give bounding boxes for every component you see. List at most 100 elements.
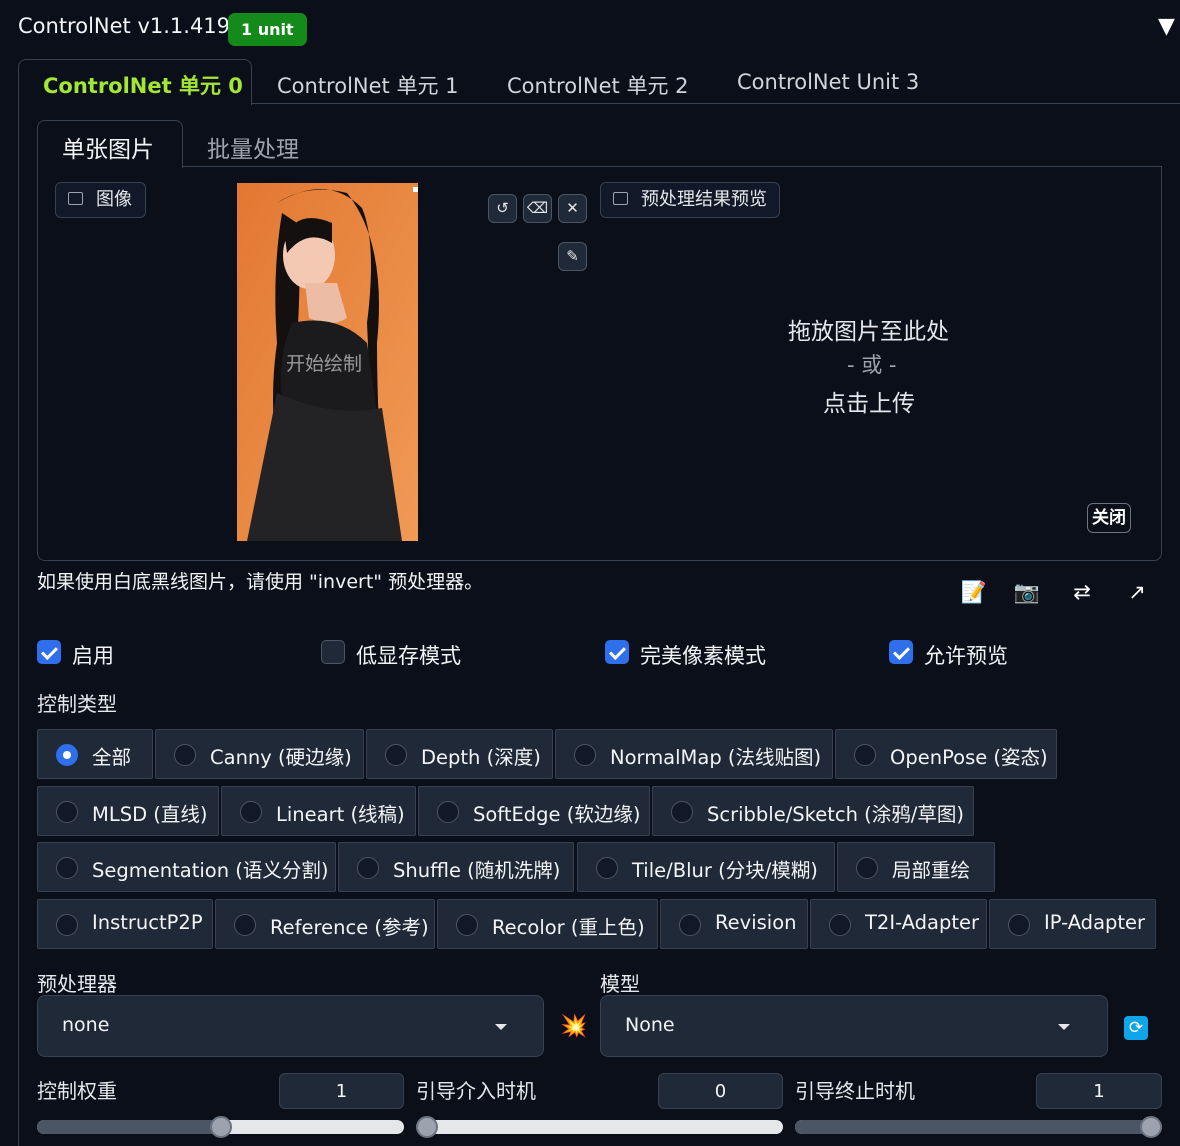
control-type-option[interactable]: 全部 [37, 729, 153, 779]
swap-dimensions-icon[interactable]: ⇄ [1068, 578, 1096, 606]
page-title: ControlNet v1.1.419 [18, 14, 231, 38]
control-weight-input[interactable]: 1 [279, 1073, 404, 1109]
tab-unit-1[interactable]: ControlNet 单元 1 [277, 70, 458, 100]
refresh-models-icon[interactable]: ⟳ [1124, 1016, 1148, 1040]
option-label: 全部 [92, 746, 132, 769]
control-type-option[interactable]: Scribble/Sketch (涂鸦/草图) [652, 786, 974, 836]
control-type-option[interactable]: 局部重绘 [837, 842, 995, 892]
undo-button[interactable]: ↺ [488, 194, 517, 223]
chevron-down-icon [1058, 1024, 1070, 1030]
drop-zone-title[interactable]: 拖放图片至此处 [788, 312, 949, 346]
image-icon [68, 192, 83, 205]
option-label: Reference (参考) [270, 916, 429, 939]
guidance-start-slider[interactable] [416, 1120, 783, 1134]
control-weight-label: 控制权重 [37, 1079, 117, 1103]
radio-icon [854, 744, 876, 766]
brush-button[interactable]: ✎ [558, 242, 587, 271]
radio-icon [240, 801, 262, 823]
control-type-option[interactable]: IP-Adapter [989, 899, 1156, 949]
close-preview-button[interactable]: 关闭 [1087, 503, 1131, 533]
control-type-option[interactable]: Canny (硬边缘) [155, 729, 364, 779]
control-type-option[interactable]: Revision [660, 899, 808, 949]
control-type-option[interactable]: Recolor (重上色) [437, 899, 658, 949]
start-drawing-overlay[interactable]: 开始绘制 [286, 349, 362, 376]
radio-icon [829, 914, 851, 936]
control-type-option[interactable]: Lineart (线稿) [221, 786, 416, 836]
allow-preview-checkbox[interactable] [889, 640, 913, 664]
preprocessor-select[interactable]: none [37, 995, 544, 1057]
radio-icon [56, 857, 78, 879]
tab-unit-3[interactable]: ControlNet Unit 3 [737, 70, 919, 94]
pixel-perfect-label: 完美像素模式 [640, 644, 766, 668]
radio-icon [56, 801, 78, 823]
guidance-start-input[interactable]: 0 [658, 1073, 783, 1109]
guidance-end-label: 引导终止时机 [795, 1079, 915, 1103]
option-label: Scribble/Sketch (涂鸦/草图) [707, 803, 964, 826]
run-preprocessor-icon[interactable]: 💥 [560, 1014, 587, 1039]
collapse-toggle-icon[interactable]: ▼ [1158, 14, 1175, 39]
control-weight-thumb[interactable] [209, 1116, 232, 1138]
control-type-option[interactable]: OpenPose (姿态) [835, 729, 1057, 779]
image-input-panel [37, 166, 1162, 561]
clear-image-button[interactable]: ✕ [558, 194, 587, 223]
slider-fill [37, 1120, 221, 1134]
control-type-option[interactable]: SoftEdge (软边缘) [418, 786, 650, 836]
tab-single-image[interactable]: 单张图片 [62, 130, 154, 164]
invert-hint-text: 如果使用白底黑线图片，请使用 "invert" 预处理器。 [37, 571, 484, 593]
guidance-end-slider[interactable] [795, 1120, 1162, 1134]
radio-icon [357, 857, 379, 879]
guidance-start-label: 引导介入时机 [416, 1079, 536, 1103]
option-label: Segmentation (语义分割) [92, 859, 329, 882]
option-label: SoftEdge (软边缘) [473, 803, 641, 826]
option-label: Canny (硬边缘) [210, 746, 352, 769]
control-type-option[interactable]: T2I-Adapter [810, 899, 987, 949]
option-label: MLSD (直线) [92, 803, 208, 826]
control-type-option[interactable]: InstructP2P [37, 899, 213, 949]
preview-label-text: 预处理结果预览 [641, 189, 767, 210]
control-type-option[interactable]: Reference (参考) [215, 899, 435, 949]
eraser-icon: ⌫ [526, 199, 549, 217]
brush-icon: ✎ [566, 247, 579, 265]
control-type-option[interactable]: NormalMap (法线贴图) [555, 729, 833, 779]
edit-canvas-icon[interactable]: 📝 [960, 578, 988, 606]
option-label: Depth (深度) [421, 746, 541, 769]
tab-batch[interactable]: 批量处理 [207, 130, 299, 164]
click-upload-link[interactable]: 点击上传 [823, 384, 915, 418]
tab-unit-2[interactable]: ControlNet 单元 2 [507, 70, 688, 100]
control-type-option[interactable]: Shuffle (随机洗牌) [338, 842, 574, 892]
control-type-option[interactable]: Depth (深度) [366, 729, 553, 779]
guidance-end-thumb[interactable] [1140, 1116, 1162, 1138]
option-label: Tile/Blur (分块/模糊) [632, 859, 818, 882]
radio-icon [437, 801, 459, 823]
pixel-perfect-checkbox[interactable] [605, 640, 629, 664]
image-icon [613, 192, 628, 205]
radio-icon [574, 744, 596, 766]
low-vram-checkbox[interactable] [321, 640, 345, 664]
model-label: 模型 [600, 972, 640, 996]
control-type-option[interactable]: MLSD (直线) [37, 786, 219, 836]
allow-preview-label: 允许预览 [924, 644, 1008, 668]
option-label: 局部重绘 [892, 859, 971, 882]
option-label: OpenPose (姿态) [890, 746, 1048, 769]
guidance-end-input[interactable]: 1 [1036, 1073, 1162, 1109]
tab-unit-0[interactable]: ControlNet 单元 0 [43, 70, 243, 100]
radio-icon [671, 801, 693, 823]
preprocessor-label: 预处理器 [37, 972, 117, 996]
camera-icon[interactable]: 📷 [1013, 578, 1041, 606]
enable-checkbox[interactable] [37, 640, 61, 664]
send-dimensions-icon[interactable]: ↗ [1123, 578, 1151, 606]
model-select[interactable]: None [600, 995, 1108, 1057]
option-label: Shuffle (随机洗牌) [393, 859, 561, 882]
guidance-start-thumb[interactable] [416, 1116, 438, 1138]
unit-count-badge: 1 unit [228, 13, 307, 46]
radio-icon [385, 744, 407, 766]
radio-icon [56, 914, 78, 936]
model-value: None [625, 1014, 675, 1036]
close-icon: ✕ [566, 199, 579, 217]
eraser-button[interactable]: ⌫ [523, 194, 552, 223]
control-type-option[interactable]: Segmentation (语义分割) [37, 842, 336, 892]
option-label: IP-Adapter [1044, 911, 1146, 934]
control-type-option[interactable]: Tile/Blur (分块/模糊) [577, 842, 835, 892]
radio-icon [1008, 914, 1030, 936]
enable-label: 启用 [72, 644, 114, 668]
